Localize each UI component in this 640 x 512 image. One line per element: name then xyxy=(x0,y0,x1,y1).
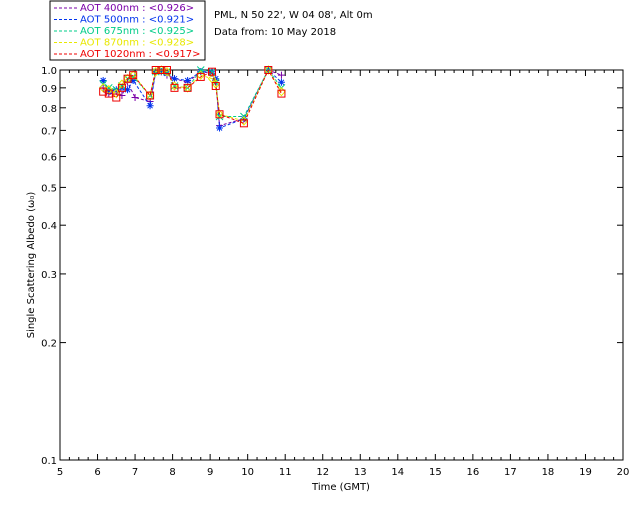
x-tick-label: 10 xyxy=(241,467,254,478)
data-point xyxy=(277,71,285,79)
x-tick-label: 9 xyxy=(207,467,213,478)
legend-label: AOT 870nm : <0.928> xyxy=(80,38,194,49)
x-tick-label: 12 xyxy=(316,467,329,478)
y-axis-label: Single Scattering Albedo (ω₀) xyxy=(26,192,37,339)
legend-label: AOT 400nm : <0.926> xyxy=(80,3,194,14)
data-point xyxy=(146,102,154,110)
y-tick-label: 0.8 xyxy=(41,104,57,115)
data-point xyxy=(131,94,139,102)
plot-frame xyxy=(59,69,624,461)
data-point xyxy=(184,76,192,84)
data-point xyxy=(216,124,224,132)
legend-label: AOT 675nm : <0.925> xyxy=(80,26,194,37)
x-tick-label: 7 xyxy=(132,467,138,478)
y-tick-label: 0.6 xyxy=(41,153,57,164)
data-point xyxy=(170,75,178,83)
series-4 xyxy=(99,66,286,128)
y-tick-label: 0.9 xyxy=(41,84,57,95)
x-tick-label: 19 xyxy=(579,467,592,478)
data-point xyxy=(99,76,107,84)
x-tick-label: 15 xyxy=(429,467,442,478)
x-axis-label: Time (GMT) xyxy=(311,482,370,493)
x-tick-label: 6 xyxy=(94,467,100,478)
series-0 xyxy=(99,66,285,130)
x-tick-label: 14 xyxy=(391,467,404,478)
x-tick-label: 13 xyxy=(354,467,367,478)
x-tick-label: 18 xyxy=(542,467,555,478)
y-tick-label: 1.0 xyxy=(41,66,57,77)
x-tick-label: 20 xyxy=(617,467,630,478)
series-1 xyxy=(99,66,285,132)
x-tick-label: 11 xyxy=(279,467,292,478)
info-line-date: Data from: 10 May 2018 xyxy=(214,27,336,38)
legend-box: AOT 400nm : <0.926>AOT 500nm : <0.921>AO… xyxy=(49,0,206,61)
x-tick-label: 8 xyxy=(169,467,175,478)
y-tick-label: 0.2 xyxy=(41,339,57,350)
y-tick-label: 0.4 xyxy=(41,221,57,232)
y-tick-label: 0.7 xyxy=(41,126,57,137)
x-tick-label: 17 xyxy=(504,467,517,478)
x-tick-label: 16 xyxy=(466,467,479,478)
legend-label: AOT 1020nm : <0.917> xyxy=(80,49,200,60)
y-tick-label: 0.1 xyxy=(41,456,57,467)
legend-label: AOT 500nm : <0.921> xyxy=(80,15,194,26)
y-tick-label: 0.5 xyxy=(41,183,57,194)
info-text: PML, N 50 22', W 04 08', Alt 0m Data fro… xyxy=(214,10,373,38)
y-tick-label: 0.3 xyxy=(41,270,57,281)
x-tick-label: 5 xyxy=(57,467,63,478)
info-line-location: PML, N 50 22', W 04 08', Alt 0m xyxy=(214,10,373,21)
chart-canvas: AOT 400nm : <0.926>AOT 500nm : <0.921>AO… xyxy=(26,0,630,493)
